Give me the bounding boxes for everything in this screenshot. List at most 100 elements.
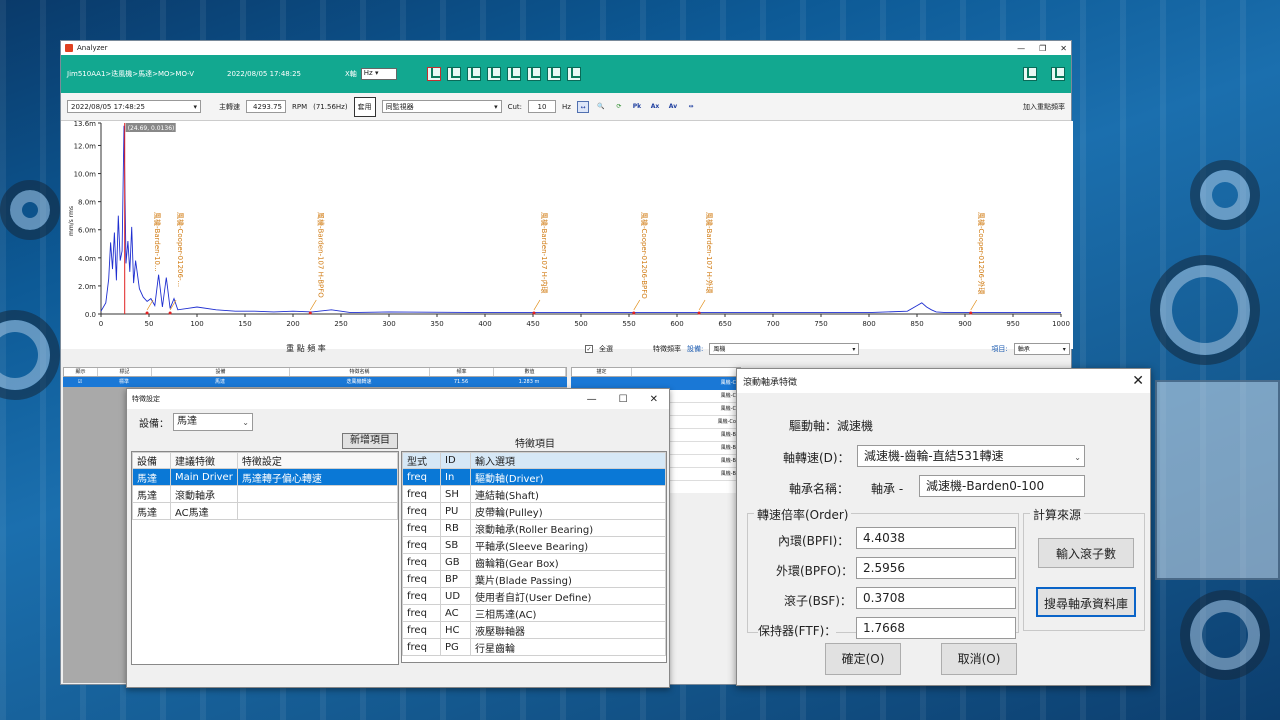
minimize-icon[interactable]: — — [1017, 44, 1025, 53]
order-group-label: 轉速倍率(Order) — [754, 506, 852, 523]
expand-icon[interactable]: ⇹ — [685, 101, 697, 113]
spectrum-view-icon[interactable] — [426, 67, 441, 81]
device-select[interactable]: 風機 ▾ — [709, 343, 860, 355]
overlay-view-icon[interactable] — [546, 67, 561, 81]
drive-shaft-label: 驅動軸：減速機 — [789, 419, 874, 433]
x-tick-label: 850 — [910, 320, 923, 328]
unit-select[interactable]: Hz ▾ — [360, 68, 397, 80]
table-row[interactable]: freq BP 葉片(Blade Passing) — [402, 570, 666, 588]
bpfo-input[interactable]: 2.5956 — [856, 557, 1016, 579]
marker-point — [632, 311, 636, 315]
header-timestamp: 2022/08/05 17:48:25 — [227, 70, 302, 78]
date-select[interactable]: 2022/08/05 17:48:25 ▾ — [67, 100, 201, 113]
sync-select[interactable]: 同監視器 ▾ — [381, 100, 502, 113]
background-shelf — [1155, 380, 1280, 580]
apply-button[interactable]: 套用 — [353, 96, 376, 117]
feature-items-table: 型式 ID 輸入選項 freq In 驅動軸(Driver) freq SH 連結軸(Sh… — [401, 451, 667, 663]
cancel-button[interactable]: 取消(O) — [941, 643, 1017, 675]
y-tick-label: 10.0m — [74, 171, 97, 179]
table-row[interactable]: ☑ 標準 馬達 迭風機轉速 71.56 1.283 m — [63, 377, 567, 387]
cut-input[interactable]: 10 — [528, 100, 557, 113]
close-icon[interactable]: ✕ — [1132, 373, 1144, 389]
bsf-input[interactable]: 0.3708 — [856, 587, 1016, 609]
bpfi-input[interactable]: 4.4038 — [856, 527, 1016, 549]
close-icon[interactable]: ✕ — [1060, 44, 1067, 53]
marker-point — [145, 311, 149, 315]
header-toolbar: Jim510AA1>迭風機>馬達>MO>MO-V 2022/08/05 17:4… — [61, 55, 1071, 93]
marker-point — [697, 311, 701, 315]
table-row[interactable]: freq AC 三相馬達(AC) — [402, 604, 666, 622]
waterfall-view-icon[interactable] — [486, 67, 501, 81]
bode-view-icon[interactable] — [526, 67, 541, 81]
x-tick-label: 550 — [622, 320, 635, 328]
x-tick-label: 50 — [145, 320, 154, 328]
spectrum-chart[interactable]: 0.0 2.0m 4.0m 6.0m 8.0m 10.0m 12.0m 13.6m 0 50 100… — [61, 121, 1073, 349]
bsf-label: 滾子(BSF)： — [784, 594, 852, 608]
x-tick-label: 900 — [958, 320, 971, 328]
x-tick-label: 750 — [814, 320, 827, 328]
zoom-icon[interactable]: 🔍 — [595, 101, 607, 113]
x-tick-label: 950 — [1006, 320, 1019, 328]
feature-freq-label: 特徵頻率 — [653, 345, 681, 353]
speed-input[interactable]: 4293.75 — [246, 100, 286, 113]
x-tick-label: 650 — [718, 320, 731, 328]
marker-point — [308, 311, 312, 315]
marker-leader — [146, 299, 154, 311]
marker-point — [532, 311, 536, 315]
table-row[interactable]: freq HC 液壓聯軸器 — [402, 621, 666, 639]
search-bearing-db-button[interactable]: 搜尋軸承資料庫 — [1036, 587, 1136, 617]
x-tick-label: 700 — [766, 320, 779, 328]
refresh-icon[interactable]: ⟳ — [613, 101, 625, 113]
shaft-speed-select[interactable]: 減速機-齒輪-直結531轉速 ⌄ — [857, 445, 1085, 467]
input-roller-count-button[interactable]: 輸入滾子數 — [1038, 538, 1134, 568]
orbit-view-icon[interactable] — [506, 67, 521, 81]
y-tick-label: 2.0m — [78, 283, 96, 291]
table-row[interactable]: freq GB 齒輪箱(Gear Box) — [402, 553, 666, 571]
col-header: 建議特徵 — [170, 452, 238, 469]
add-item-button[interactable]: 新增項目 — [342, 433, 398, 449]
table-row[interactable]: 馬達 滾動軸承 — [132, 485, 399, 503]
av-button[interactable]: Av — [667, 101, 679, 113]
table-row[interactable]: 馬達 Main Driver 馬達轉子偏心轉速 — [132, 468, 399, 486]
dialog-title: 特徵設定 — [132, 395, 160, 403]
xaxis-title: 重 點 頻 率 — [286, 344, 326, 353]
ok-button[interactable]: 確定(O) — [825, 643, 901, 675]
x-tick-label: 200 — [286, 320, 299, 328]
marker-leader — [309, 299, 317, 311]
bpfo-label: 外環(BPFO)： — [776, 564, 854, 578]
select-all-checkbox[interactable]: ✓ — [585, 345, 593, 353]
x-tick-label: 500 — [574, 320, 587, 328]
table-row[interactable]: 馬達 AC馬達 — [132, 502, 399, 520]
table-row[interactable]: freq RB 滾動軸承(Roller Bearing) — [402, 519, 666, 537]
table-row[interactable]: freq In 驅動軸(Driver) — [402, 468, 666, 486]
close-icon[interactable]: ✕ — [650, 394, 658, 405]
x-tick-label: 100 — [190, 320, 203, 328]
marker-leader — [633, 299, 641, 311]
background-bearing — [1190, 160, 1260, 230]
table-row[interactable]: freq PG 行星齒輪 — [402, 638, 666, 656]
ftf-input[interactable]: 1.7668 — [856, 617, 1016, 639]
maximize-icon[interactable]: ☐ — [619, 394, 628, 405]
x-tick-label: 150 — [238, 320, 251, 328]
waveform-view-icon[interactable] — [446, 67, 461, 81]
peak-button[interactable]: Pk — [631, 101, 643, 113]
print-icon[interactable] — [1023, 67, 1037, 81]
maximize-icon[interactable]: ❐ — [1039, 44, 1046, 53]
trend-view-icon[interactable] — [466, 67, 481, 81]
item-select[interactable]: 軸承 ▾ — [1013, 343, 1070, 355]
compare-view-icon[interactable] — [566, 67, 581, 81]
ax-button[interactable]: Ax — [649, 101, 661, 113]
table-row[interactable]: freq PU 皮帶輪(Pulley) — [402, 502, 666, 520]
x-tick-label: 350 — [430, 320, 443, 328]
cursor-mode-icon[interactable]: ↔ — [576, 100, 589, 113]
table-row[interactable]: freq UD 使用者自訂(User Define) — [402, 587, 666, 605]
add-key-freq-link[interactable]: 加入重點頻率 — [1023, 102, 1065, 112]
marker-label: 風機-Barden-107 H-外環 — [705, 212, 714, 293]
table-row[interactable]: freq SB 平軸承(Sleeve Bearing) — [402, 536, 666, 554]
x-tick-label: 450 — [526, 320, 539, 328]
device-select[interactable]: 馬達 ⌄ — [173, 413, 253, 431]
table-row[interactable]: freq SH 連結軸(Shaft) — [402, 485, 666, 503]
bearing-name-input[interactable]: 減速機-Barden0-100 — [919, 475, 1085, 497]
minimize-icon[interactable]: — — [587, 394, 597, 405]
export-icon[interactable] — [1051, 67, 1065, 81]
